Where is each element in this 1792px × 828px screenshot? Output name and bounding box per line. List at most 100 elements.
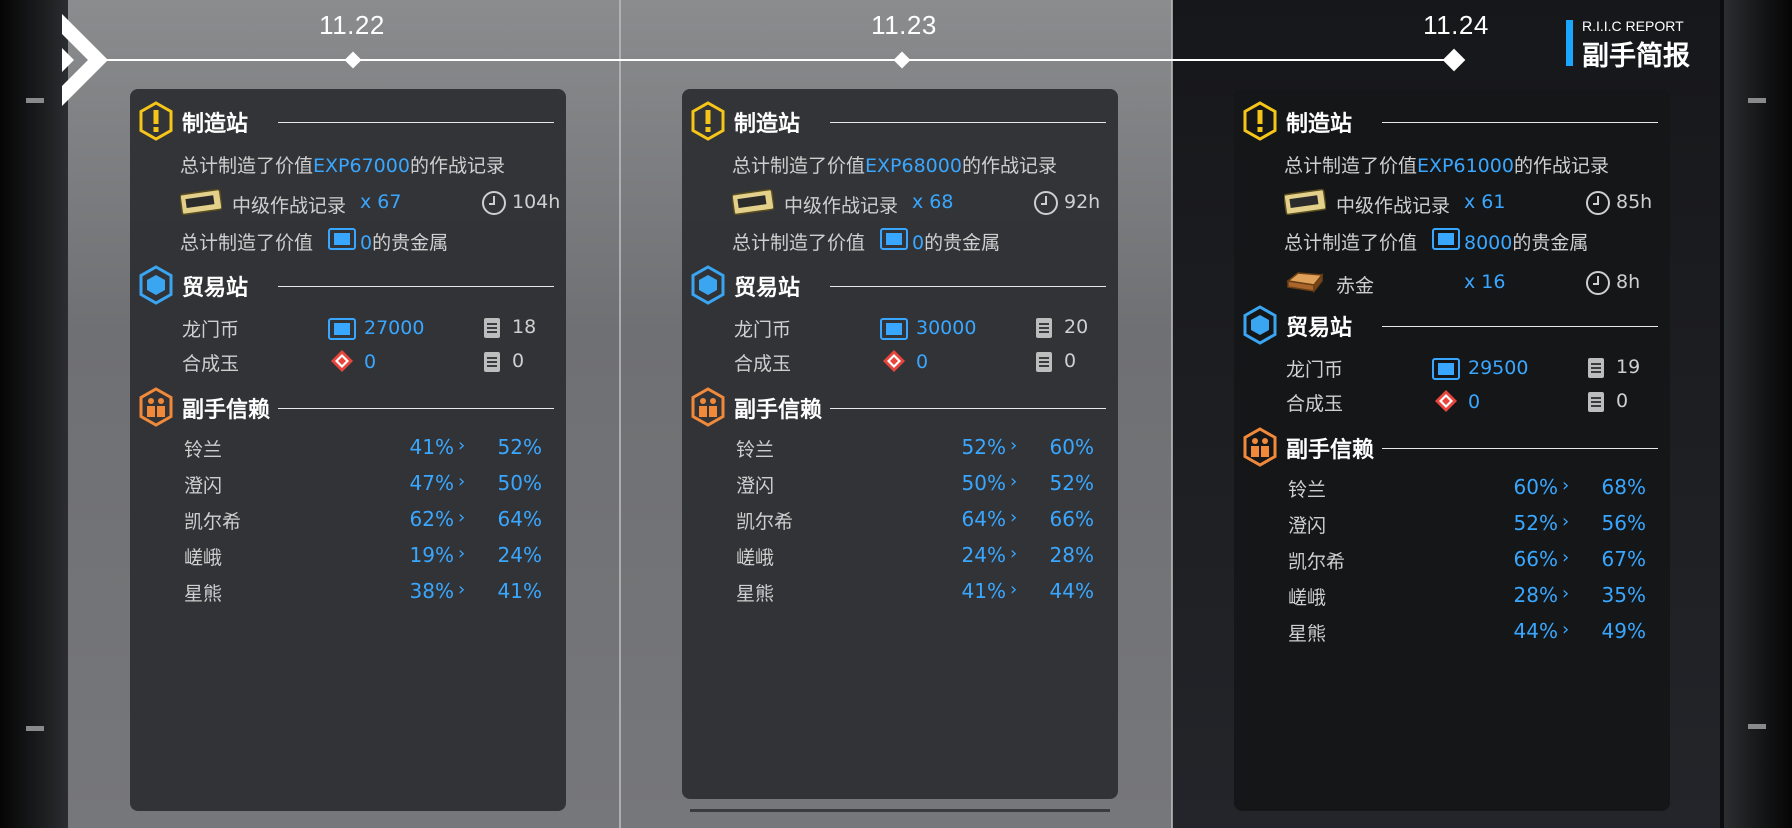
day-report-panel: 制造站 总计制造了价值EXP68000的作战记录 中级作战记录 x 68 92h…	[682, 89, 1118, 799]
date-label[interactable]: 11.24	[1396, 10, 1516, 41]
arrow-right-icon: ›	[1010, 471, 1018, 492]
trust-after: 56%	[1601, 511, 1646, 535]
operator-name: 星熊	[184, 583, 223, 605]
divider	[1382, 122, 1658, 123]
lmd-icon	[1432, 358, 1460, 380]
divider	[830, 122, 1106, 123]
arrow-right-icon: ›	[1010, 435, 1018, 456]
arrow-right-icon: ›	[458, 471, 466, 492]
clock-icon	[1586, 191, 1610, 215]
trade-section-header: 贸易站	[138, 265, 558, 305]
date-label[interactable]: 11.23	[844, 10, 964, 41]
operator-name: 凯尔希	[184, 511, 242, 533]
factory-section-header: 制造站	[690, 101, 1110, 141]
trade-item-name: 龙门币	[182, 319, 240, 341]
trust-before: 28%	[1513, 583, 1558, 607]
frame-notch	[26, 726, 44, 731]
trust-row: 铃兰 52% › 60%	[736, 433, 1116, 463]
trust-before: 66%	[1513, 547, 1558, 571]
trust-row: 澄闪 50% › 52%	[736, 469, 1116, 499]
trust-after: 52%	[497, 435, 542, 459]
arrow-right-icon: ›	[1010, 507, 1018, 528]
day-report-panel-selected: 制造站 总计制造了价值EXP61000的作战记录 中级作战记录 x 61 85h…	[1234, 89, 1670, 811]
order-icon	[1588, 392, 1604, 412]
divider	[1382, 448, 1658, 449]
lmd-icon	[328, 318, 356, 340]
trust-after: 60%	[1049, 435, 1094, 459]
trust-icon	[691, 387, 725, 427]
operator-name: 凯尔希	[736, 511, 794, 533]
trade-order-count: 19	[1616, 356, 1641, 378]
order-icon	[484, 318, 500, 338]
arrow-right-icon: ›	[1562, 475, 1570, 496]
divider	[830, 408, 1106, 409]
trade-icon	[1243, 305, 1277, 345]
order-icon	[1588, 358, 1604, 378]
trust-after: 24%	[497, 543, 542, 567]
timeline	[100, 59, 1460, 61]
clock-icon	[1586, 271, 1610, 295]
factory-title: 制造站	[182, 112, 249, 137]
trust-row: 星熊 38% › 41%	[184, 577, 564, 607]
trust-before: 41%	[961, 579, 1006, 603]
trust-before: 62%	[409, 507, 454, 531]
factory-gold-summary: 总计制造了价值	[732, 232, 866, 254]
arrow-right-icon: ›	[1562, 511, 1570, 532]
operator-name: 星熊	[736, 583, 775, 605]
trust-after: 44%	[1049, 579, 1094, 603]
trust-icon	[1243, 427, 1277, 467]
trust-before: 50%	[961, 471, 1006, 495]
factory-title: 制造站	[1286, 112, 1353, 137]
battle-record-icon	[732, 189, 774, 215]
divider	[278, 286, 554, 287]
trust-row: 铃兰 60% › 68%	[1288, 473, 1668, 503]
trust-row: 嵯峨 28% › 35%	[1288, 581, 1668, 611]
trust-before: 44%	[1513, 619, 1558, 643]
factory-section-header: 制造站	[1242, 101, 1662, 141]
trust-row: 澄闪 47% › 50%	[184, 469, 564, 499]
item-name: 中级作战记录	[232, 195, 347, 217]
report-title-cn: 副手简报	[1582, 41, 1690, 72]
arrow-right-icon: ›	[1562, 619, 1570, 640]
trust-before: 60%	[1513, 475, 1558, 499]
trade-title: 贸易站	[734, 276, 801, 301]
trust-after: 35%	[1601, 583, 1646, 607]
operator-name: 铃兰	[1288, 479, 1327, 501]
factory-icon	[1243, 101, 1277, 141]
trust-row: 嵯峨 24% › 28%	[736, 541, 1116, 571]
divider	[278, 408, 554, 409]
trust-row: 凯尔希 64% › 66%	[736, 505, 1116, 535]
orundum-icon	[331, 350, 353, 372]
trust-after: 67%	[1601, 547, 1646, 571]
factory-icon	[139, 101, 173, 141]
trust-after: 66%	[1049, 507, 1094, 531]
operator-name: 澄闪	[736, 475, 775, 497]
operator-name: 铃兰	[184, 439, 223, 461]
frame-notch	[26, 98, 44, 103]
item-count: x 61	[1464, 191, 1506, 213]
trust-row: 凯尔希 66% › 67%	[1288, 545, 1668, 575]
arrow-right-icon: ›	[458, 579, 466, 600]
orundum-icon	[883, 350, 905, 372]
report-title-en: R.I.I.C REPORT	[1582, 18, 1684, 34]
trade-item-name: 合成玉	[734, 353, 792, 375]
arrow-right-icon: ›	[458, 507, 466, 528]
gold-item-name: 赤金	[1336, 275, 1375, 297]
battle-record-icon	[1284, 189, 1326, 215]
date-label[interactable]: 11.22	[292, 10, 412, 41]
report-accent-bar	[1566, 20, 1573, 66]
trust-title: 副手信赖	[734, 398, 823, 423]
trust-before: 38%	[409, 579, 454, 603]
frame-notch	[1748, 98, 1766, 103]
left-frame	[0, 0, 68, 828]
trust-before: 24%	[961, 543, 1006, 567]
trade-order-count: 20	[1064, 316, 1089, 338]
trade-item-value: 30000	[916, 317, 977, 339]
trade-item-value: 0	[1468, 391, 1481, 413]
item-time: 104h	[512, 191, 561, 213]
trust-before: 52%	[1513, 511, 1558, 535]
factory-gold-value: 0的贵金属	[360, 232, 449, 254]
trade-item-name: 合成玉	[182, 353, 240, 375]
item-name: 中级作战记录	[784, 195, 899, 217]
factory-exp-summary: 总计制造了价值EXP61000的作战记录	[1284, 155, 1609, 177]
